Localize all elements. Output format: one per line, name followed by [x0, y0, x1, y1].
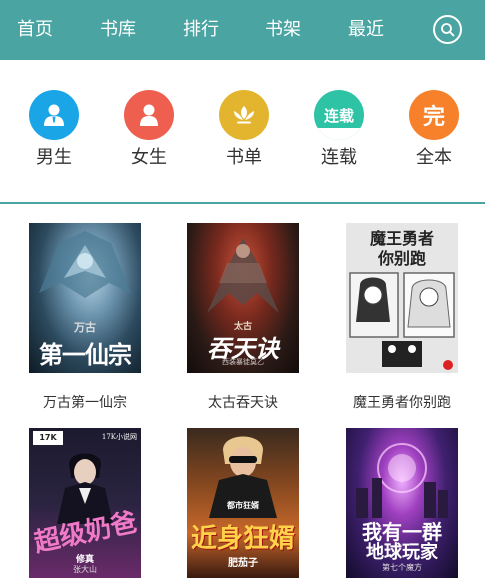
cover-title-line2: 地球玩家 — [366, 542, 438, 563]
book-title: 魔王勇者你别跑 — [353, 395, 451, 411]
cover-brand-badge: 17K — [33, 431, 63, 445]
lotus-icon — [219, 90, 269, 140]
category-booklist[interactable]: 书单 — [204, 90, 284, 170]
book-card[interactable]: 都市狂婿 近身狂婿 肥茄子 — [168, 428, 318, 583]
cover-title: 近身狂婿 — [190, 524, 295, 554]
cover-art — [39, 231, 131, 298]
book-cover: 万古 第一仙宗 — [29, 223, 141, 373]
book-card[interactable]: 17K 17K小说网 超级奶爸 修真 张大山 — [10, 428, 160, 583]
cover-author: 第七个魔方 — [382, 563, 422, 572]
book-card[interactable]: 万古 第一仙宗 万古第一仙宗 — [10, 223, 160, 413]
category-booklist-label: 书单 — [226, 147, 262, 168]
category-male-label: 男生 — [36, 147, 72, 168]
serial-badge-glyph: 连载 — [323, 106, 354, 125]
nav-library[interactable]: 书库 — [100, 0, 136, 60]
section-divider — [0, 202, 485, 204]
male-user-icon — [29, 90, 79, 140]
complete-badge-glyph: 完 — [422, 105, 445, 130]
top-nav-bar: 首页 书库 排行 书架 最近 — [0, 0, 485, 60]
category-complete[interactable]: 完 全本 — [394, 90, 474, 170]
cover-brand: 17K小说网 — [101, 433, 137, 441]
cover-author: 西装暴徒莫乙 — [222, 358, 264, 366]
nav-bookshelf[interactable]: 书架 — [265, 0, 301, 60]
cover-art — [356, 443, 448, 518]
complete-badge-icon: 完 — [409, 90, 459, 140]
category-serial[interactable]: 连载 连载 — [299, 90, 379, 170]
book-card[interactable]: 太古 吞天诀 西装暴徒莫乙 太古吞天诀 — [168, 223, 318, 413]
cover-title-line2: 你别跑 — [377, 249, 426, 268]
cover-art — [349, 272, 455, 370]
cover-author: 张大山 — [73, 565, 97, 574]
book-card[interactable]: 魔王勇者 你别跑 魔王勇者你别跑 — [327, 223, 477, 413]
book-cover: 我有一群 地球玩家 第七个魔方 — [346, 428, 458, 578]
category-serial-label: 连载 — [321, 147, 357, 168]
cover-title: 第一仙宗 — [39, 340, 132, 369]
serial-badge-icon: 连载 — [314, 90, 364, 140]
category-male[interactable]: 男生 — [14, 90, 94, 170]
search-button[interactable] — [433, 15, 462, 44]
book-cover: 17K 17K小说网 超级奶爸 修真 张大山 — [29, 428, 141, 578]
nav-home[interactable]: 首页 — [17, 0, 53, 60]
book-card[interactable]: 我有一群 地球玩家 第七个魔方 — [327, 428, 477, 583]
category-row: 男生 女生 书单 连载 连载 完 全本 — [0, 60, 485, 202]
cover-art — [207, 238, 279, 313]
book-cover: 都市狂婿 近身狂婿 肥茄子 — [187, 428, 299, 578]
book-cover: 太古 吞天诀 西装暴徒莫乙 — [187, 223, 299, 373]
cover-subtitle: 都市狂婿 — [227, 500, 259, 510]
book-cover: 魔王勇者 你别跑 — [346, 223, 458, 373]
cover-subtitle: 万古 — [74, 321, 96, 334]
category-complete-label: 全本 — [416, 147, 452, 168]
category-female[interactable]: 女生 — [109, 90, 189, 170]
female-user-icon — [124, 90, 174, 140]
cover-author: 肥茄子 — [228, 558, 258, 569]
book-title: 万古第一仙宗 — [43, 395, 127, 411]
serial-badge-wave — [314, 128, 364, 140]
nav-ranking[interactable]: 排行 — [183, 0, 219, 60]
category-female-label: 女生 — [131, 147, 167, 168]
nav-recent[interactable]: 最近 — [348, 0, 384, 60]
search-icon — [441, 23, 455, 37]
book-title: 太古吞天诀 — [208, 395, 278, 411]
